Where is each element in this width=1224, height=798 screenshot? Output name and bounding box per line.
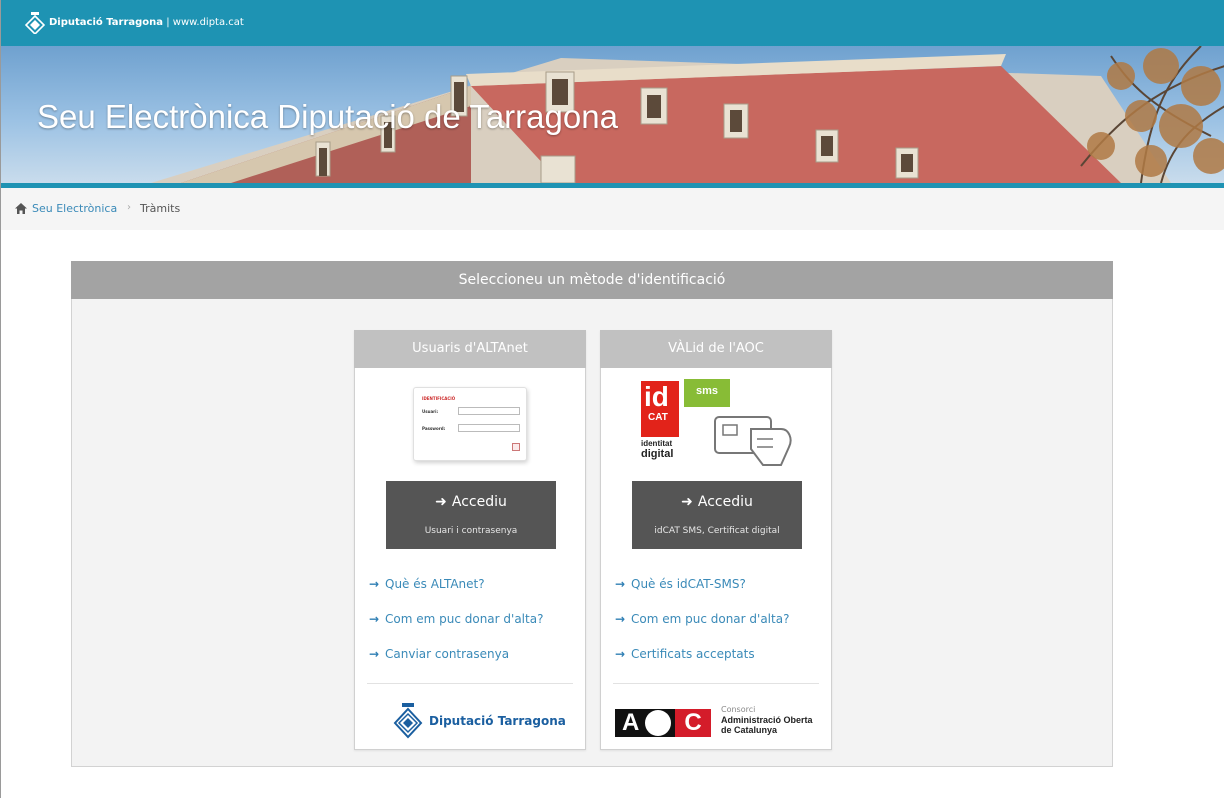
arrow-right-icon: → bbox=[369, 647, 380, 661]
page: Diputació Tarragona | www.dipta.cat Seu … bbox=[0, 0, 1224, 798]
valid-access-sublabel: idCAT SMS, Certificat digital bbox=[654, 526, 780, 536]
valid-access-button[interactable]: ➜ Accediu idCAT SMS, Certificat digital bbox=[632, 481, 802, 549]
link-text: Què és ALTAnet? bbox=[385, 577, 485, 591]
diputacio-logo-icon bbox=[25, 12, 45, 34]
banner-title: Seu Electrònica Diputació de Tarragona bbox=[37, 98, 618, 135]
arrow-right-icon: ➜ bbox=[435, 494, 447, 510]
top-bar: Diputació Tarragona | www.dipta.cat bbox=[1, 0, 1224, 46]
valid-aoc-card-title: VÀLid de l'AOC bbox=[600, 330, 832, 368]
link-text: Canviar contrasenya bbox=[385, 647, 510, 661]
breadcrumb: Seu Electrònica › Tràmits bbox=[1, 188, 1224, 230]
arrow-right-icon: → bbox=[369, 577, 380, 591]
brand-url: www.dipta.cat bbox=[172, 17, 244, 28]
arrow-right-icon: → bbox=[615, 612, 626, 626]
altanet-links: → Què és ALTAnet? → Com em puc donar d'alt… bbox=[369, 577, 543, 682]
aoc-logo-line-0: Consorci bbox=[721, 705, 756, 714]
link-what-is-altanet[interactable]: → Què és ALTAnet? bbox=[369, 577, 543, 612]
arrow-right-icon: → bbox=[369, 612, 380, 626]
aoc-logo-line-2: de Catalunya bbox=[721, 725, 778, 735]
link-how-to-register-altanet[interactable]: → Com em puc donar d'alta? bbox=[369, 612, 543, 647]
altanet-card: Usuaris d'ALTAnet IDENTIFICACIÓ Usuari: … bbox=[354, 330, 586, 750]
link-change-password[interactable]: → Canviar contrasenya bbox=[369, 647, 543, 682]
home-icon[interactable] bbox=[15, 203, 27, 214]
idcat-logo-subtitle: identitat digital bbox=[641, 439, 674, 460]
breadcrumb-link-seu-electronica[interactable]: Seu Electrònica bbox=[32, 202, 117, 215]
altanet-access-label: ➜ Accediu bbox=[386, 494, 556, 510]
valid-aoc-card: VÀLid de l'AOC id CAT identitat digital … bbox=[600, 330, 832, 750]
aoc-logo-letter-a: A bbox=[622, 709, 640, 736]
brand-name: Diputació Tarragona bbox=[49, 17, 164, 28]
idcat-logo-cat: CAT bbox=[648, 412, 668, 423]
diputacio-emblem-icon bbox=[393, 703, 423, 739]
breadcrumb-separator: › bbox=[127, 202, 131, 213]
link-text: Com em puc donar d'alta? bbox=[631, 612, 790, 626]
form-preview-field-password bbox=[458, 424, 520, 432]
idcat-sub-2: digital bbox=[641, 448, 674, 460]
aoc-logo-letter-c: C bbox=[675, 709, 711, 737]
valid-links: → Què és idCAT-SMS? → Com em puc donar d'a… bbox=[615, 577, 789, 682]
smartcard-hand-icon bbox=[714, 416, 792, 466]
sms-badge-text: sms bbox=[695, 385, 719, 397]
diputacio-logo-text: Diputació Tarragona bbox=[429, 714, 566, 728]
idcat-logo: id CAT bbox=[641, 381, 679, 437]
arrow-right-icon: ➜ bbox=[681, 494, 693, 510]
form-preview-field-user bbox=[458, 407, 520, 415]
link-text: Què és idCAT-SMS? bbox=[631, 577, 746, 591]
header-banner: Seu Electrònica Diputació de Tarragona bbox=[1, 46, 1224, 183]
altanet-card-title: Usuaris d'ALTAnet bbox=[354, 330, 586, 368]
valid-access-label: ➜ Accediu bbox=[632, 494, 802, 510]
aoc-logo: A C Consorci Administració Oberta de Cat… bbox=[615, 701, 825, 737]
site-brand[interactable]: Diputació Tarragona | www.dipta.cat bbox=[49, 17, 244, 28]
link-text: Certificats acceptats bbox=[631, 647, 755, 661]
diputacio-tarragona-logo: Diputació Tarragona bbox=[393, 703, 566, 739]
altanet-access-button[interactable]: ➜ Accediu Usuari i contrasenya bbox=[386, 481, 556, 549]
sms-badge: sms bbox=[684, 379, 730, 407]
aoc-logo-line-1: Administració Oberta bbox=[721, 715, 813, 725]
altanet-access-text: Accediu bbox=[451, 494, 507, 510]
form-preview-submit-icon bbox=[512, 443, 520, 451]
altanet-access-sublabel: Usuari i contrasenya bbox=[424, 526, 518, 536]
identification-panel: Seleccioneu un mètode d'identificació Us… bbox=[71, 261, 1113, 767]
form-preview-label-user: Usuari: bbox=[422, 409, 439, 414]
aoc-logo-circle bbox=[645, 710, 671, 736]
breadcrumb-current-tramits: Tràmits bbox=[140, 202, 181, 215]
card-divider bbox=[367, 683, 573, 684]
link-how-to-register-idcat[interactable]: → Com em puc donar d'alta? bbox=[615, 612, 789, 647]
link-what-is-idcat-sms[interactable]: → Què és idCAT-SMS? bbox=[615, 577, 789, 612]
valid-access-text: Accediu bbox=[697, 494, 753, 510]
form-preview-heading: IDENTIFICACIÓ bbox=[422, 396, 456, 401]
card-divider bbox=[613, 683, 819, 684]
link-text: Com em puc donar d'alta? bbox=[385, 612, 544, 626]
login-form-illustration: IDENTIFICACIÓ Usuari: Password: bbox=[413, 387, 527, 461]
panel-heading: Seleccioneu un mètode d'identificació bbox=[71, 261, 1113, 299]
arrow-right-icon: → bbox=[615, 577, 626, 591]
form-preview-label-password: Password: bbox=[422, 426, 446, 431]
link-accepted-certificates[interactable]: → Certificats acceptats bbox=[615, 647, 789, 682]
arrow-right-icon: → bbox=[615, 647, 626, 661]
idcat-logo-id: id bbox=[644, 381, 669, 412]
